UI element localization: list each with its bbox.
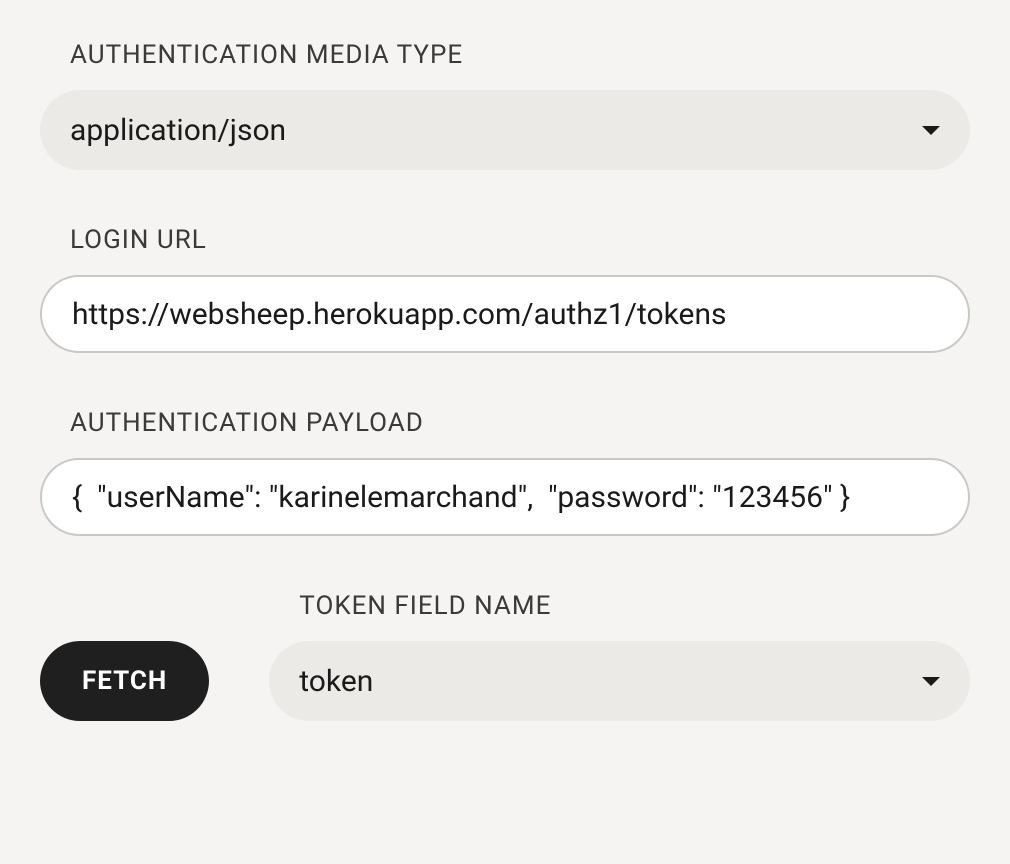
auth-payload-group: AUTHENTICATION PAYLOAD [40,408,970,536]
auth-payload-label: AUTHENTICATION PAYLOAD [40,408,970,438]
auth-form: AUTHENTICATION MEDIA TYPE application/js… [40,40,970,721]
chevron-down-icon [922,677,940,686]
media-type-group: AUTHENTICATION MEDIA TYPE application/js… [40,40,970,170]
login-url-input[interactable] [40,275,970,353]
media-type-value: application/json [70,113,922,148]
token-field-select[interactable]: token [269,641,970,721]
chevron-down-icon [922,126,940,135]
bottom-row: FETCH TOKEN FIELD NAME token [40,591,970,721]
login-url-group: LOGIN URL [40,225,970,353]
token-field-group: TOKEN FIELD NAME token [269,591,970,721]
token-field-label: TOKEN FIELD NAME [269,591,970,621]
token-field-value: token [299,664,922,699]
fetch-button[interactable]: FETCH [40,641,209,721]
login-url-label: LOGIN URL [40,225,970,255]
media-type-select[interactable]: application/json [40,90,970,170]
auth-payload-input[interactable] [40,458,970,536]
media-type-label: AUTHENTICATION MEDIA TYPE [40,40,970,70]
